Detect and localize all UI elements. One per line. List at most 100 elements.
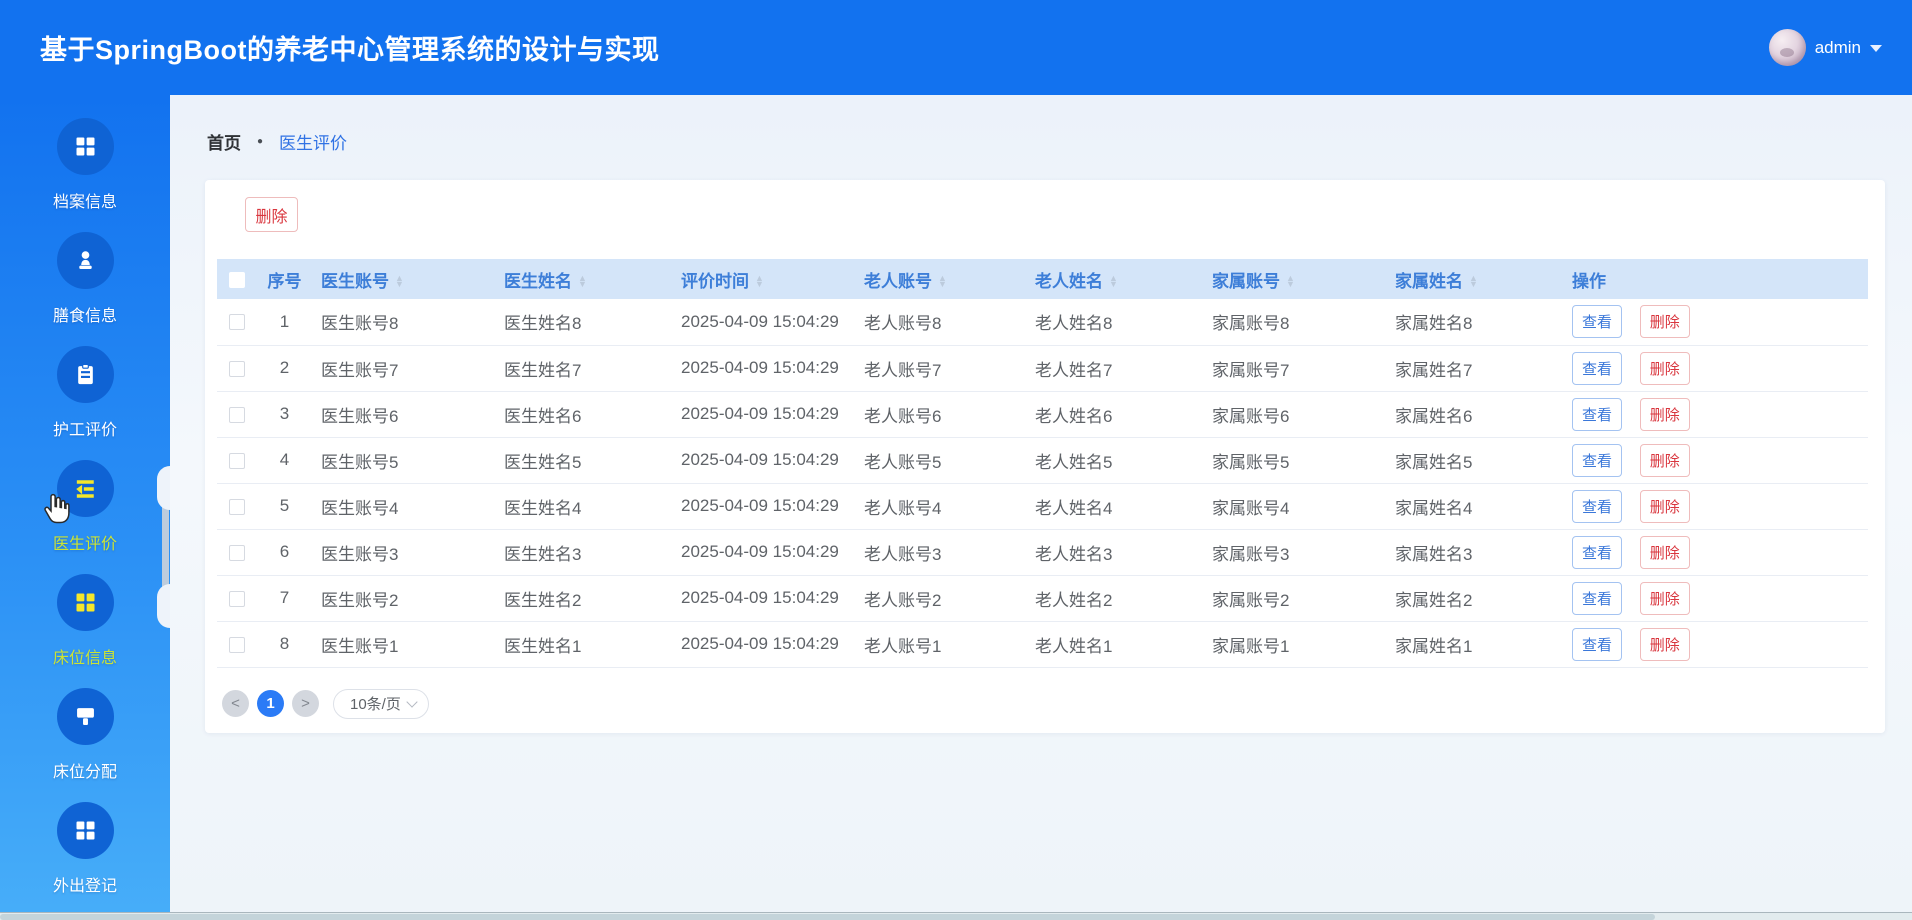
cell-elder_name: 老人姓名6 <box>1026 391 1203 438</box>
column-header-评价时间[interactable]: 评价时间 ▲ ▼ <box>672 259 855 299</box>
delete-button[interactable]: 删除 <box>1639 581 1690 615</box>
bulk-delete-button[interactable]: 删除 <box>245 197 298 232</box>
prev-page-button[interactable]: < <box>222 690 249 717</box>
sort-icon[interactable]: ▲ ▼ <box>938 274 947 289</box>
cell-review_time: 2025-04-09 15:04:29 <box>672 529 855 576</box>
sidebar-item-床位信息[interactable]: 床位信息 <box>0 564 170 678</box>
filter-icon <box>56 688 114 745</box>
column-header-老人账号[interactable]: 老人账号 ▲ ▼ <box>855 259 1026 299</box>
table-row: 7 医生账号2 医生姓名2 2025-04-09 15:04:29 老人账号2 老人姓名2… <box>217 575 1868 622</box>
cell-family_name: 家属姓名1 <box>1386 621 1563 668</box>
cell-family_name: 家属姓名7 <box>1386 345 1563 392</box>
breadcrumb-current[interactable]: 医生评价 <box>279 129 347 154</box>
cell-actions: 查看 删除 <box>1563 529 1868 576</box>
cell-family_account: 家属账号2 <box>1203 575 1386 622</box>
cell-elder_account: 老人账号5 <box>855 437 1026 484</box>
cell-doctor_name: 医生姓名4 <box>495 483 672 530</box>
row-checkbox[interactable] <box>229 314 245 331</box>
column-header-家属账号[interactable]: 家属账号 ▲ ▼ <box>1203 259 1386 299</box>
view-button[interactable]: 查看 <box>1572 581 1622 615</box>
row-checkbox[interactable] <box>229 544 245 561</box>
view-button[interactable]: 查看 <box>1572 351 1622 385</box>
view-button[interactable]: 查看 <box>1572 535 1622 569</box>
row-checkbox[interactable] <box>229 360 245 377</box>
row-checkbox[interactable] <box>229 636 245 653</box>
sort-icon[interactable]: ▲ ▼ <box>578 274 587 289</box>
clipboard-icon <box>56 346 114 403</box>
table-row: 8 医生账号1 医生姓名1 2025-04-09 15:04:29 老人账号1 老人姓名1… <box>217 621 1868 668</box>
cell-doctor_name: 医生姓名7 <box>495 345 672 392</box>
grid-icon <box>56 574 114 631</box>
cell-actions: 查看 删除 <box>1563 621 1868 668</box>
row-checkbox[interactable] <box>229 498 245 515</box>
delete-button[interactable]: 删除 <box>1639 443 1690 477</box>
column-header-家属姓名[interactable]: 家属姓名 ▲ ▼ <box>1386 259 1563 299</box>
sidebar-item-膳食信息[interactable]: 膳食信息 <box>0 222 170 336</box>
table-row: 4 医生账号5 医生姓名5 2025-04-09 15:04:29 老人账号5 老人姓名5… <box>217 437 1868 484</box>
cell-seq: 4 <box>257 437 312 484</box>
cell-elder_name: 老人姓名4 <box>1026 483 1203 530</box>
view-button[interactable]: 查看 <box>1572 305 1622 339</box>
hover-item-notch <box>157 584 170 628</box>
horizontal-scrollbar-thumb[interactable] <box>0 914 1655 920</box>
sidebar-item-护工评价[interactable]: 护工评价 <box>0 336 170 450</box>
horizontal-scrollbar[interactable] <box>0 912 1912 920</box>
delete-button[interactable]: 删除 <box>1639 535 1690 569</box>
cell-elder_name: 老人姓名2 <box>1026 575 1203 622</box>
sort-icon[interactable]: ▲ ▼ <box>1469 274 1478 289</box>
cell-seq: 1 <box>257 299 312 346</box>
column-header-老人姓名[interactable]: 老人姓名 ▲ ▼ <box>1026 259 1203 299</box>
sort-icon[interactable]: ▲ ▼ <box>755 274 764 289</box>
sidebar-item-床位分配[interactable]: 床位分配 <box>0 678 170 792</box>
delete-button[interactable]: 删除 <box>1639 489 1690 523</box>
cell-doctor_account: 医生账号5 <box>312 437 495 484</box>
cell-elder_account: 老人账号7 <box>855 345 1026 392</box>
cell-family_account: 家属账号5 <box>1203 437 1386 484</box>
next-page-button[interactable]: > <box>292 690 319 717</box>
cell-seq: 2 <box>257 345 312 392</box>
breadcrumb-home[interactable]: 首页 <box>207 129 241 154</box>
column-header-医生姓名[interactable]: 医生姓名 ▲ ▼ <box>495 259 672 299</box>
cell-elder_name: 老人姓名7 <box>1026 345 1203 392</box>
row-checkbox[interactable] <box>229 590 245 607</box>
avatar[interactable] <box>1768 29 1806 66</box>
view-button[interactable]: 查看 <box>1572 397 1622 431</box>
sidebar-item-档案信息[interactable]: 档案信息 <box>0 108 170 222</box>
cell-elder_name: 老人姓名5 <box>1026 437 1203 484</box>
view-button[interactable]: 查看 <box>1572 627 1622 661</box>
cell-doctor_account: 医生账号4 <box>312 483 495 530</box>
row-checkbox[interactable] <box>229 406 245 423</box>
page-title: 基于SpringBoot的养老中心管理系统的设计与实现 <box>40 35 660 65</box>
column-header-医生账号[interactable]: 医生账号 ▲ ▼ <box>312 259 495 299</box>
sidebar-item-外出登记[interactable]: 外出登记 <box>0 792 170 906</box>
cell-actions: 查看 删除 <box>1563 299 1868 346</box>
cell-review_time: 2025-04-09 15:04:29 <box>672 575 855 622</box>
page-1-button[interactable]: 1 <box>257 690 284 717</box>
doctor-review-table: 序号 医生账号 ▲ ▼ 医生姓名 ▲ ▼ 评价时间 ▲ ▼ 老人账号 ▲ ▼ 老人姓名 ▲ ▼ 家属账号 ▲ ▼ 家属… <box>217 259 1868 668</box>
sort-icon[interactable]: ▲ ▼ <box>395 274 404 289</box>
sidebar-item-医生评价[interactable]: 医生评价 <box>0 450 170 564</box>
delete-button[interactable]: 删除 <box>1639 627 1690 661</box>
row-checkbox[interactable] <box>229 452 245 469</box>
sidebar-item-label: 护工评价 <box>52 422 117 439</box>
table-row: 2 医生账号7 医生姓名7 2025-04-09 15:04:29 老人账号7 老人姓名7… <box>217 345 1868 392</box>
page-size-select[interactable]: 10条/页 <box>333 688 429 719</box>
user-menu[interactable]: admin <box>1768 0 1882 95</box>
sort-icon[interactable]: ▲ ▼ <box>1286 274 1295 289</box>
cell-seq: 7 <box>257 575 312 622</box>
list-outdent-icon <box>56 460 114 517</box>
select-all-checkbox[interactable] <box>229 271 245 288</box>
active-item-notch <box>157 466 170 510</box>
sort-icon[interactable]: ▲ ▼ <box>1109 274 1118 289</box>
cell-actions: 查看 删除 <box>1563 437 1868 484</box>
cell-seq: 6 <box>257 529 312 576</box>
delete-button[interactable]: 删除 <box>1639 305 1690 339</box>
delete-button[interactable]: 删除 <box>1639 351 1690 385</box>
delete-button[interactable]: 删除 <box>1639 397 1690 431</box>
view-button[interactable]: 查看 <box>1572 443 1622 477</box>
view-button[interactable]: 查看 <box>1572 489 1622 523</box>
breadcrumb-separator-icon: ● <box>257 136 264 147</box>
cell-elder_name: 老人姓名8 <box>1026 299 1203 346</box>
cell-family_account: 家属账号7 <box>1203 345 1386 392</box>
cell-doctor_name: 医生姓名6 <box>495 391 672 438</box>
